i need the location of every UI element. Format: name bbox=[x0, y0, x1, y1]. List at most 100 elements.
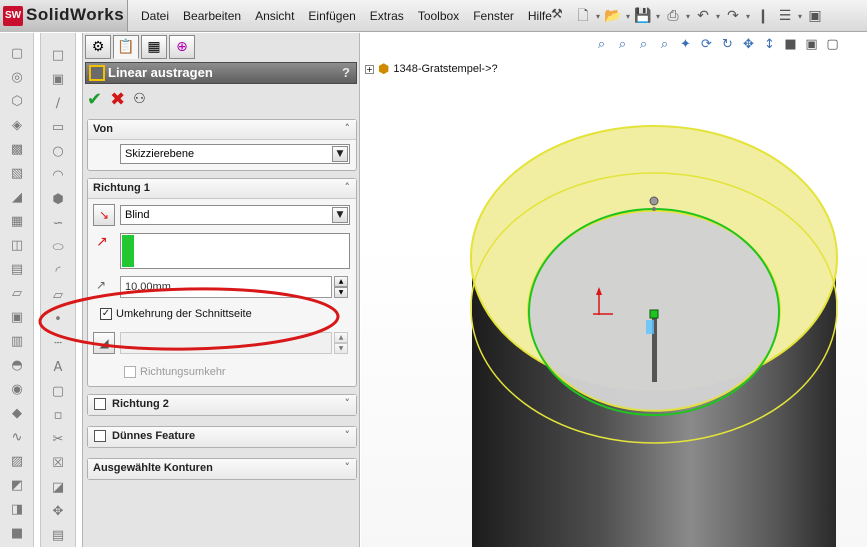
plane-icon[interactable]: ▱ bbox=[49, 287, 67, 305]
point-icon[interactable]: • bbox=[49, 311, 67, 329]
depth-field[interactable]: 10.00mm bbox=[120, 276, 332, 298]
zoom-in-out-icon[interactable]: ⌕ bbox=[633, 35, 654, 55]
richtung-2-checkbox[interactable] bbox=[94, 398, 106, 410]
menu-datei[interactable]: Datei bbox=[134, 9, 176, 23]
boundary-icon[interactable]: ▩ bbox=[8, 141, 26, 159]
ok-check-icon[interactable]: ✔ bbox=[87, 89, 102, 110]
detailed-preview-icon[interactable]: ⚇ bbox=[133, 91, 146, 107]
revolve-icon[interactable]: ◎ bbox=[8, 69, 26, 87]
display-style-icon[interactable]: ▢ bbox=[822, 35, 843, 55]
text-sketch-icon[interactable]: A bbox=[49, 359, 67, 377]
freeform-icon[interactable]: ■ bbox=[8, 525, 26, 543]
configuration-manager-tab[interactable]: ▦ bbox=[141, 35, 167, 59]
wrap-icon[interactable]: ▥ bbox=[8, 333, 26, 351]
menu-fenster[interactable]: Fenster bbox=[466, 9, 521, 23]
undo-icon[interactable]: ↶ bbox=[692, 5, 714, 27]
redo-icon[interactable]: ↷ bbox=[722, 5, 744, 27]
extrude-handle[interactable] bbox=[649, 309, 659, 319]
help-button[interactable]: ? bbox=[342, 65, 350, 80]
chevron-down-icon[interactable]: ▾ bbox=[654, 12, 662, 21]
move-entities-icon[interactable]: ✥ bbox=[49, 503, 67, 521]
menu-toolbox[interactable]: Toolbox bbox=[411, 9, 466, 23]
centerline-icon[interactable]: ┄ bbox=[49, 335, 67, 353]
dimxpert-manager-tab[interactable]: ⊕ bbox=[169, 35, 195, 59]
rebuild-icon[interactable]: ❙ bbox=[752, 5, 774, 27]
mirror-sketch-icon[interactable]: ◪ bbox=[49, 479, 67, 497]
fillet-sketch-icon[interactable]: ◜ bbox=[49, 263, 67, 281]
chevron-down-icon[interactable]: ˅ bbox=[345, 429, 351, 442]
end-condition-select[interactable]: Blind ▼ bbox=[120, 205, 350, 225]
property-manager-tab[interactable]: 📋 bbox=[113, 35, 139, 59]
circle-icon[interactable]: ○ bbox=[49, 143, 67, 161]
move-face-icon[interactable]: ◨ bbox=[8, 501, 26, 519]
chevron-down-icon[interactable]: ▼ bbox=[332, 146, 348, 162]
chevron-down-icon[interactable]: ▼ bbox=[332, 207, 348, 223]
smart-dimension-icon[interactable]: ▣ bbox=[49, 71, 67, 89]
pattern-icon[interactable]: ▦ bbox=[8, 213, 26, 231]
print-icon[interactable]: ⎙ bbox=[662, 5, 684, 27]
chevron-down-icon[interactable]: ▾ bbox=[714, 12, 722, 21]
sweep-icon[interactable]: ⬡ bbox=[8, 93, 26, 111]
zoom-to-selection-icon[interactable]: ⌕ bbox=[654, 35, 675, 55]
reverse-direction-button[interactable]: ↘ bbox=[93, 204, 115, 226]
delete-entities-icon[interactable]: ☒ bbox=[49, 455, 67, 473]
rectangle-icon[interactable]: ▭ bbox=[49, 119, 67, 137]
draft-button[interactable]: ◢ bbox=[93, 332, 115, 354]
spline-icon[interactable]: ∽ bbox=[49, 215, 67, 233]
roll-view-icon[interactable]: ↻ bbox=[717, 35, 738, 55]
3d-model-view[interactable] bbox=[361, 33, 867, 547]
menu-extras[interactable]: Extras bbox=[363, 9, 411, 23]
chevron-down-icon[interactable]: ˅ bbox=[345, 397, 351, 410]
camera-icon[interactable]: ▣ bbox=[804, 5, 826, 27]
part-name[interactable]: 1348-Gratstempel->? bbox=[393, 63, 497, 75]
duennes-feature-checkbox[interactable] bbox=[94, 430, 106, 442]
open-folder-icon[interactable]: 📂 bbox=[602, 5, 624, 27]
options-icon[interactable]: ☰ bbox=[774, 5, 796, 27]
section-view-icon[interactable]: ■ bbox=[780, 35, 801, 55]
loft-icon[interactable]: ◈ bbox=[8, 117, 26, 135]
group-ausgewaehlte-konturen-header[interactable]: Ausgewählte Konturen ˅ bbox=[88, 459, 356, 479]
rotate-view-icon[interactable]: ⟳ bbox=[696, 35, 717, 55]
spin-down-icon[interactable]: ▼ bbox=[334, 287, 348, 298]
menu-einfuegen[interactable]: Einfügen bbox=[301, 9, 362, 23]
chevron-up-icon[interactable]: ˄ bbox=[345, 181, 351, 194]
polygon-icon[interactable]: ⬢ bbox=[49, 191, 67, 209]
start-condition-select[interactable]: Skizzierebene ▼ bbox=[120, 144, 350, 164]
feature-tree-root[interactable]: + ⬢ 1348-Gratstempel->? bbox=[365, 60, 498, 78]
chevron-down-icon[interactable]: ▾ bbox=[594, 12, 602, 21]
relations-icon[interactable]: ▤ bbox=[49, 527, 67, 545]
zoom-to-area-icon[interactable]: ⌕ bbox=[612, 35, 633, 55]
chevron-down-icon[interactable]: ▾ bbox=[624, 12, 632, 21]
save-icon[interactable]: 💾 bbox=[632, 5, 654, 27]
sketch-icon[interactable]: □ bbox=[49, 47, 67, 65]
extrude-boss-icon[interactable]: ▢ bbox=[8, 45, 26, 63]
instant3d-icon[interactable]: ▨ bbox=[8, 453, 26, 471]
offset-entities-icon[interactable]: ▫ bbox=[49, 407, 67, 425]
zoom-to-fit-icon[interactable]: ⌕ bbox=[591, 35, 612, 55]
chevron-down-icon[interactable]: ▾ bbox=[684, 12, 692, 21]
fillet-icon[interactable]: ◢ bbox=[8, 189, 26, 207]
spin-up-icon[interactable]: ▲ bbox=[334, 276, 348, 287]
graphics-area[interactable]: + ⬢ 1348-Gratstempel->? ⌕ ⌕ ⌕ ⌕ ✦ ⟳ ↻ ✥ … bbox=[361, 33, 867, 547]
tree-expander[interactable]: + bbox=[365, 64, 374, 74]
up-to-icon[interactable]: ↕ bbox=[759, 35, 780, 55]
group-duennes-feature-header[interactable]: Dünnes Feature ˅ bbox=[88, 427, 356, 447]
trim-icon[interactable]: ✂ bbox=[49, 431, 67, 449]
chevron-down-icon[interactable]: ˅ bbox=[345, 461, 351, 474]
draft-icon[interactable]: ▱ bbox=[8, 285, 26, 303]
line-icon[interactable]: ∕ bbox=[49, 95, 67, 113]
new-document-icon[interactable]: 🗋 bbox=[572, 5, 594, 27]
arc-icon[interactable]: ◠ bbox=[49, 167, 67, 185]
previous-view-icon[interactable]: ✦ bbox=[675, 35, 696, 55]
split-icon[interactable]: ◩ bbox=[8, 477, 26, 495]
direction-vector-field[interactable] bbox=[120, 233, 350, 269]
reference-geometry-icon[interactable]: ◆ bbox=[8, 405, 26, 423]
menu-bearbeiten[interactable]: Bearbeiten bbox=[176, 9, 248, 23]
group-richtung-2-header[interactable]: Richtung 2 ˅ bbox=[88, 395, 356, 415]
menu-ansicht[interactable]: Ansicht bbox=[248, 9, 301, 23]
pin-icon[interactable]: ⚒ bbox=[548, 7, 566, 25]
hole-wizard-icon[interactable]: ◉ bbox=[8, 381, 26, 399]
dome-icon[interactable]: ◓ bbox=[8, 357, 26, 375]
chevron-down-icon[interactable]: ▾ bbox=[744, 12, 752, 21]
chevron-up-icon[interactable]: ˄ bbox=[345, 122, 351, 135]
